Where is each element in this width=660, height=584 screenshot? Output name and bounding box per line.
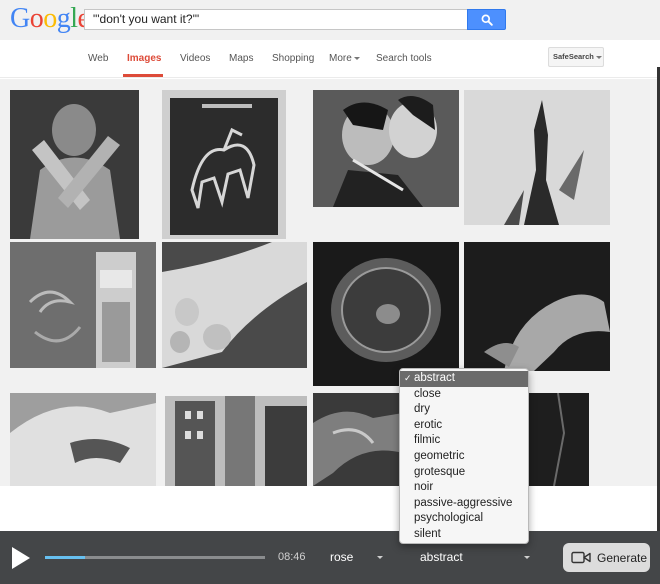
image-result[interactable] (313, 242, 459, 386)
dropdown-option-abstract[interactable]: ✓ abstract (400, 371, 528, 387)
dropdown-option-label: silent (414, 527, 441, 540)
logo-letter-g: G (10, 3, 30, 34)
dropdown-option-psychological[interactable]: psychological (400, 511, 528, 527)
dropdown-option-dry[interactable]: dry (400, 402, 528, 418)
dropdown-option-label: dry (414, 403, 430, 416)
dropdown-option-filmic[interactable]: filmic (400, 433, 528, 449)
dropdown-option-label: abstract (414, 372, 455, 384)
image-result[interactable] (528, 393, 589, 486)
dropdown-option-label: close (414, 387, 441, 400)
image-result[interactable] (313, 90, 459, 207)
style-dropdown-menu: ✓ abstract close dry erotic filmic geometric gr… (399, 368, 529, 544)
checkmark-icon: ✓ (404, 373, 412, 383)
generate-button[interactable]: Generate (563, 543, 650, 572)
dropdown-option-close[interactable]: close (400, 387, 528, 403)
play-button[interactable] (10, 546, 32, 570)
chevron-down-icon (595, 55, 602, 59)
search-button[interactable] (467, 9, 506, 30)
image-result[interactable] (10, 393, 156, 486)
tab-shopping[interactable]: Shopping (272, 53, 314, 64)
style-select[interactable]: abstract (420, 550, 463, 564)
safesearch-label: SafeSearch (553, 52, 594, 61)
image-result[interactable] (10, 90, 139, 239)
tab-search-tools[interactable]: Search tools (376, 53, 432, 64)
dropdown-option-erotic[interactable]: erotic (400, 418, 528, 434)
dropdown-option-label: geometric (414, 449, 465, 462)
search-nav: Web Images Videos Maps Shopping More Sea… (0, 40, 660, 78)
safesearch-button[interactable]: SafeSearch (548, 47, 604, 67)
google-logo[interactable]: Google (10, 3, 90, 34)
video-camera-icon (571, 551, 591, 564)
search-input[interactable]: "'don't you want it?'" (84, 9, 468, 30)
progress-fill (45, 556, 85, 559)
chevron-down-icon (353, 56, 360, 60)
chevron-down-icon[interactable] (524, 556, 530, 559)
time-readout: 08:46 (278, 551, 306, 563)
tab-maps[interactable]: Maps (229, 53, 253, 64)
image-result[interactable] (313, 393, 403, 486)
generate-label: Generate (597, 550, 648, 565)
image-result[interactable] (464, 242, 610, 371)
tab-web[interactable]: Web (88, 53, 108, 64)
voice-select[interactable]: rose (330, 550, 353, 564)
tab-more[interactable]: More (329, 53, 360, 64)
top-bar: Google "'don't you want it?'" (0, 0, 660, 40)
image-result[interactable] (165, 396, 307, 486)
search-icon (481, 14, 493, 26)
logo-letter-l: l (70, 3, 78, 34)
logo-letter-g2: g (56, 3, 71, 34)
active-tab-indicator (123, 74, 163, 77)
dropdown-option-label: grotesque (414, 465, 466, 478)
player-bar: 08:46 rose abstract Generate (0, 531, 660, 584)
image-result[interactable] (464, 90, 610, 225)
dropdown-option-passive-aggressive[interactable]: passive-aggressive (400, 496, 528, 512)
logo-letter-o1: o (29, 3, 44, 34)
dropdown-option-label: noir (414, 481, 434, 494)
logo-letter-o2: o (43, 3, 57, 34)
dropdown-option-label: erotic (414, 418, 443, 431)
image-result[interactable] (162, 90, 286, 239)
dropdown-option-noir[interactable]: noir (400, 480, 528, 496)
image-result[interactable] (162, 242, 307, 368)
progress-bar[interactable] (45, 556, 265, 559)
tab-more-label: More (329, 53, 352, 64)
dropdown-option-label: psychological (414, 512, 484, 525)
dropdown-option-label: filmic (414, 434, 441, 447)
chevron-down-icon[interactable] (377, 556, 383, 559)
play-icon (12, 547, 30, 569)
tab-videos[interactable]: Videos (180, 53, 210, 64)
dropdown-option-silent[interactable]: silent (400, 527, 528, 543)
dropdown-option-label: passive-aggressive (414, 496, 513, 509)
tab-images[interactable]: Images (127, 53, 161, 64)
image-results-grid (0, 79, 660, 486)
dropdown-option-grotesque[interactable]: grotesque (400, 465, 528, 481)
image-result[interactable] (10, 242, 156, 368)
dropdown-option-geometric[interactable]: geometric (400, 449, 528, 465)
